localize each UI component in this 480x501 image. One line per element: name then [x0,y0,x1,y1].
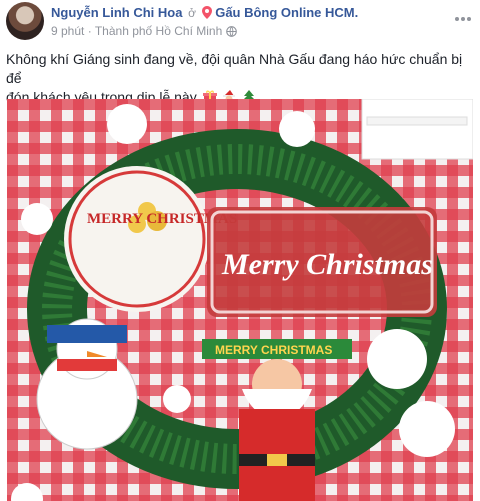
post-text-line1: Không khí Giáng sinh đang về, đội quân N… [6,51,463,86]
checkin-at-text: ở [188,6,196,20]
post-subline: 9 phút · Thành phố Hồ Chí Minh [51,24,237,40]
banner-text: MERRY CHRISTMAS [215,343,332,357]
globe-icon [225,26,237,40]
location-pin-icon [201,6,212,23]
post-location[interactable]: Thành phố Hồ Chí Minh [95,24,222,38]
avatar[interactable] [6,2,44,40]
post-header: Nguyễn Linh Chi Hoa ở Gấu Bông Online HC… [0,0,480,44]
post-photo[interactable]: MERRY CHRISTMAS Merry Christmas MERRY CH… [7,99,473,501]
post-meta-line: Nguyễn Linh Chi Hoa ở Gấu Bông Online HC… [51,5,358,23]
more-options-icon[interactable] [454,10,472,21]
snowman-figure [36,318,138,450]
post-time[interactable]: 9 phút [51,24,84,38]
separator-dot: · [87,24,92,38]
author-name[interactable]: Nguyễn Linh Chi Hoa [51,5,182,20]
script-sign-text: Merry Christmas [221,248,433,281]
christmas-decor-photo: MERRY CHRISTMAS Merry Christmas MERRY CH… [7,99,473,501]
page-link[interactable]: Gấu Bông Online HCM. [215,5,358,20]
